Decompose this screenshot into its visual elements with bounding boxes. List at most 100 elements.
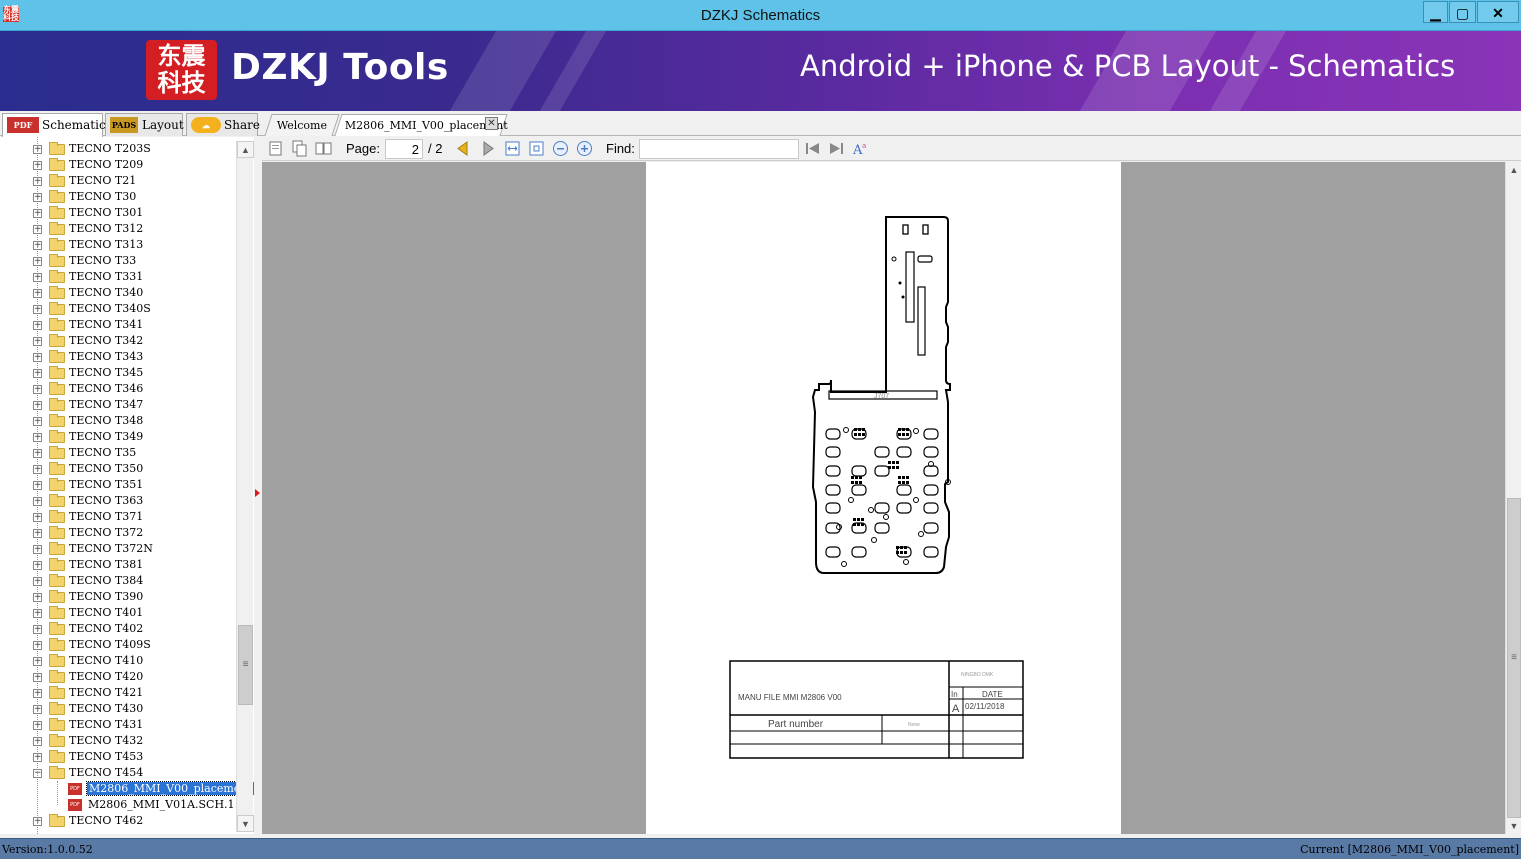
tree-item-label: TECNO T350: [69, 462, 144, 475]
find-previous-icon[interactable]: [804, 140, 821, 157]
folder-icon: [49, 254, 65, 267]
tree-folder-item[interactable]: + TECNO T301: [0, 205, 236, 221]
tree-folder-item[interactable]: + TECNO T453: [0, 749, 236, 765]
find-input[interactable]: [639, 139, 799, 159]
tree-folder-item[interactable]: + TECNO T390: [0, 589, 236, 605]
tree-folder-item[interactable]: + TECNO T348: [0, 413, 236, 429]
tree-folder-item[interactable]: + TECNO T350: [0, 461, 236, 477]
previous-page-icon[interactable]: [454, 140, 471, 157]
keypad-pads: [825, 428, 939, 558]
tree-folder-item[interactable]: + TECNO T345: [0, 365, 236, 381]
tree-scrollbar[interactable]: ▲ ≡ ▼: [236, 141, 254, 832]
folder-icon: [49, 302, 65, 315]
scroll-down-icon[interactable]: ▼: [237, 815, 254, 832]
tree-folder-item[interactable]: + TECNO T209: [0, 157, 236, 173]
close-tab-icon[interactable]: ✕: [485, 117, 498, 130]
scroll-thumb[interactable]: ≡: [1507, 498, 1521, 818]
tree-folder-item[interactable]: + TECNO T346: [0, 381, 236, 397]
tree-folder-item[interactable]: + TECNO T420: [0, 669, 236, 685]
tree-folder-item[interactable]: + TECNO T462: [0, 813, 236, 829]
doc-tab-welcome[interactable]: Welcome: [264, 114, 340, 136]
tab-layout[interactable]: PADS Layout: [105, 113, 184, 136]
fit-width-icon[interactable]: [504, 140, 521, 157]
rev-value: A: [952, 703, 960, 715]
scroll-up-icon[interactable]: ▲: [237, 141, 254, 158]
scroll-up-icon[interactable]: ▲: [1506, 162, 1521, 178]
facing-pages-icon[interactable]: [315, 140, 332, 157]
find-next-icon[interactable]: [828, 140, 845, 157]
tree-folder-item[interactable]: + TECNO T372: [0, 525, 236, 541]
folder-icon: [49, 494, 65, 507]
tree-folder-item[interactable]: + TECNO T313: [0, 237, 236, 253]
tree-item-label: TECNO T372N: [69, 542, 153, 555]
tree-folder-item[interactable]: + TECNO T372N: [0, 541, 236, 557]
tree-file-item[interactable]: PDF M2806_MMI_V01A.SCH.1: [0, 797, 236, 813]
tree-folder-item[interactable]: + TECNO T431: [0, 717, 236, 733]
tree-folder-item[interactable]: + TECNO T421: [0, 685, 236, 701]
tree-item-label: TECNO T340S: [69, 302, 151, 315]
tab-schematic[interactable]: PDF Schematic: [2, 113, 106, 137]
next-page-icon[interactable]: [480, 140, 497, 157]
tree-item-label: TECNO T348: [69, 414, 144, 427]
fit-page-icon[interactable]: [528, 140, 545, 157]
tree-folder-item[interactable]: + TECNO T347: [0, 397, 236, 413]
find-label: Find:: [606, 141, 635, 156]
tree-folder-item[interactable]: + TECNO T432: [0, 733, 236, 749]
tree-folder-item[interactable]: + TECNO T21: [0, 173, 236, 189]
tree-folder-item[interactable]: + TECNO T381: [0, 557, 236, 573]
scroll-thumb[interactable]: ≡: [238, 625, 253, 705]
collapse-arrow-icon[interactable]: [255, 489, 260, 497]
scroll-down-icon[interactable]: ▼: [1506, 818, 1521, 834]
logo-line-1: 东震: [157, 42, 206, 70]
tree-folder-item[interactable]: + TECNO T340: [0, 285, 236, 301]
folder-icon: [49, 574, 65, 587]
tree-file-item[interactable]: PDF M2806_MMI_V00_placement: [0, 781, 254, 797]
tree-folder-item[interactable]: + TECNO T35: [0, 445, 236, 461]
folder-icon: [49, 766, 65, 779]
tree-folder-item[interactable]: + TECNO T312: [0, 221, 236, 237]
tree-folder-item[interactable]: + TECNO T410: [0, 653, 236, 669]
tree-folder-item[interactable]: + TECNO T33: [0, 253, 236, 269]
tree-folder-item[interactable]: + TECNO T30: [0, 189, 236, 205]
minimize-button[interactable]: ▁: [1423, 1, 1448, 23]
tree-folder-item[interactable]: + TECNO T409S: [0, 637, 236, 653]
zoom-in-icon[interactable]: [576, 140, 593, 157]
panel-splitter[interactable]: [254, 137, 262, 834]
viewer-scrollbar[interactable]: ▲ ≡ ▼: [1505, 162, 1521, 834]
tree-folder-item[interactable]: + TECNO T203S: [0, 141, 236, 157]
folder-icon: [49, 686, 65, 699]
tree-folder-item[interactable]: + TECNO T384: [0, 573, 236, 589]
tree-folder-item[interactable]: + TECNO T341: [0, 317, 236, 333]
continuous-page-icon[interactable]: [291, 140, 308, 157]
document-viewer[interactable]: J707 NINGBO DMK MANU FILE MMI M2806 V00 …: [262, 162, 1505, 834]
folder-icon: [49, 158, 65, 171]
tree-folder-item[interactable]: + TECNO T342: [0, 333, 236, 349]
tree-item-label: TECNO T371: [69, 510, 144, 523]
folder-icon: [49, 270, 65, 283]
tree-folder-item[interactable]: − TECNO T454: [0, 765, 236, 781]
doc-tab-current[interactable]: M2806_MMI_V00_placement: [334, 114, 508, 136]
tree-folder-item[interactable]: + TECNO T349: [0, 429, 236, 445]
tree-folder-item[interactable]: + TECNO T401: [0, 605, 236, 621]
tree-folder-item[interactable]: + TECNO T331: [0, 269, 236, 285]
tree-folder-item[interactable]: + TECNO T343: [0, 349, 236, 365]
tree-folder-item[interactable]: + TECNO T430: [0, 701, 236, 717]
tree-item-label: TECNO T430: [69, 702, 144, 715]
tab-share[interactable]: ☁ Share: [186, 113, 260, 136]
maximize-button[interactable]: ▢: [1449, 1, 1476, 23]
tree-item-label: TECNO T340: [69, 286, 144, 299]
folder-icon: [49, 206, 65, 219]
banner: 东震 科技 DZKJ Tools Android + iPhone & PCB …: [0, 31, 1521, 111]
tree-folder-item[interactable]: + TECNO T363: [0, 493, 236, 509]
tree-folder-item[interactable]: + TECNO T371: [0, 509, 236, 525]
tree-folder-item[interactable]: + TECNO T340S: [0, 301, 236, 317]
close-button[interactable]: ✕: [1477, 1, 1519, 23]
match-case-icon[interactable]: Aa: [852, 140, 869, 157]
tree-folder-item[interactable]: + TECNO T351: [0, 477, 236, 493]
tree-folder-item[interactable]: + TECNO T402: [0, 621, 236, 637]
page-number-input[interactable]: [385, 139, 423, 159]
pdf-file-icon: PDF: [68, 783, 82, 795]
tree-item-label: TECNO T203S: [69, 142, 151, 155]
single-page-icon[interactable]: [267, 140, 284, 157]
zoom-out-icon[interactable]: [552, 140, 569, 157]
